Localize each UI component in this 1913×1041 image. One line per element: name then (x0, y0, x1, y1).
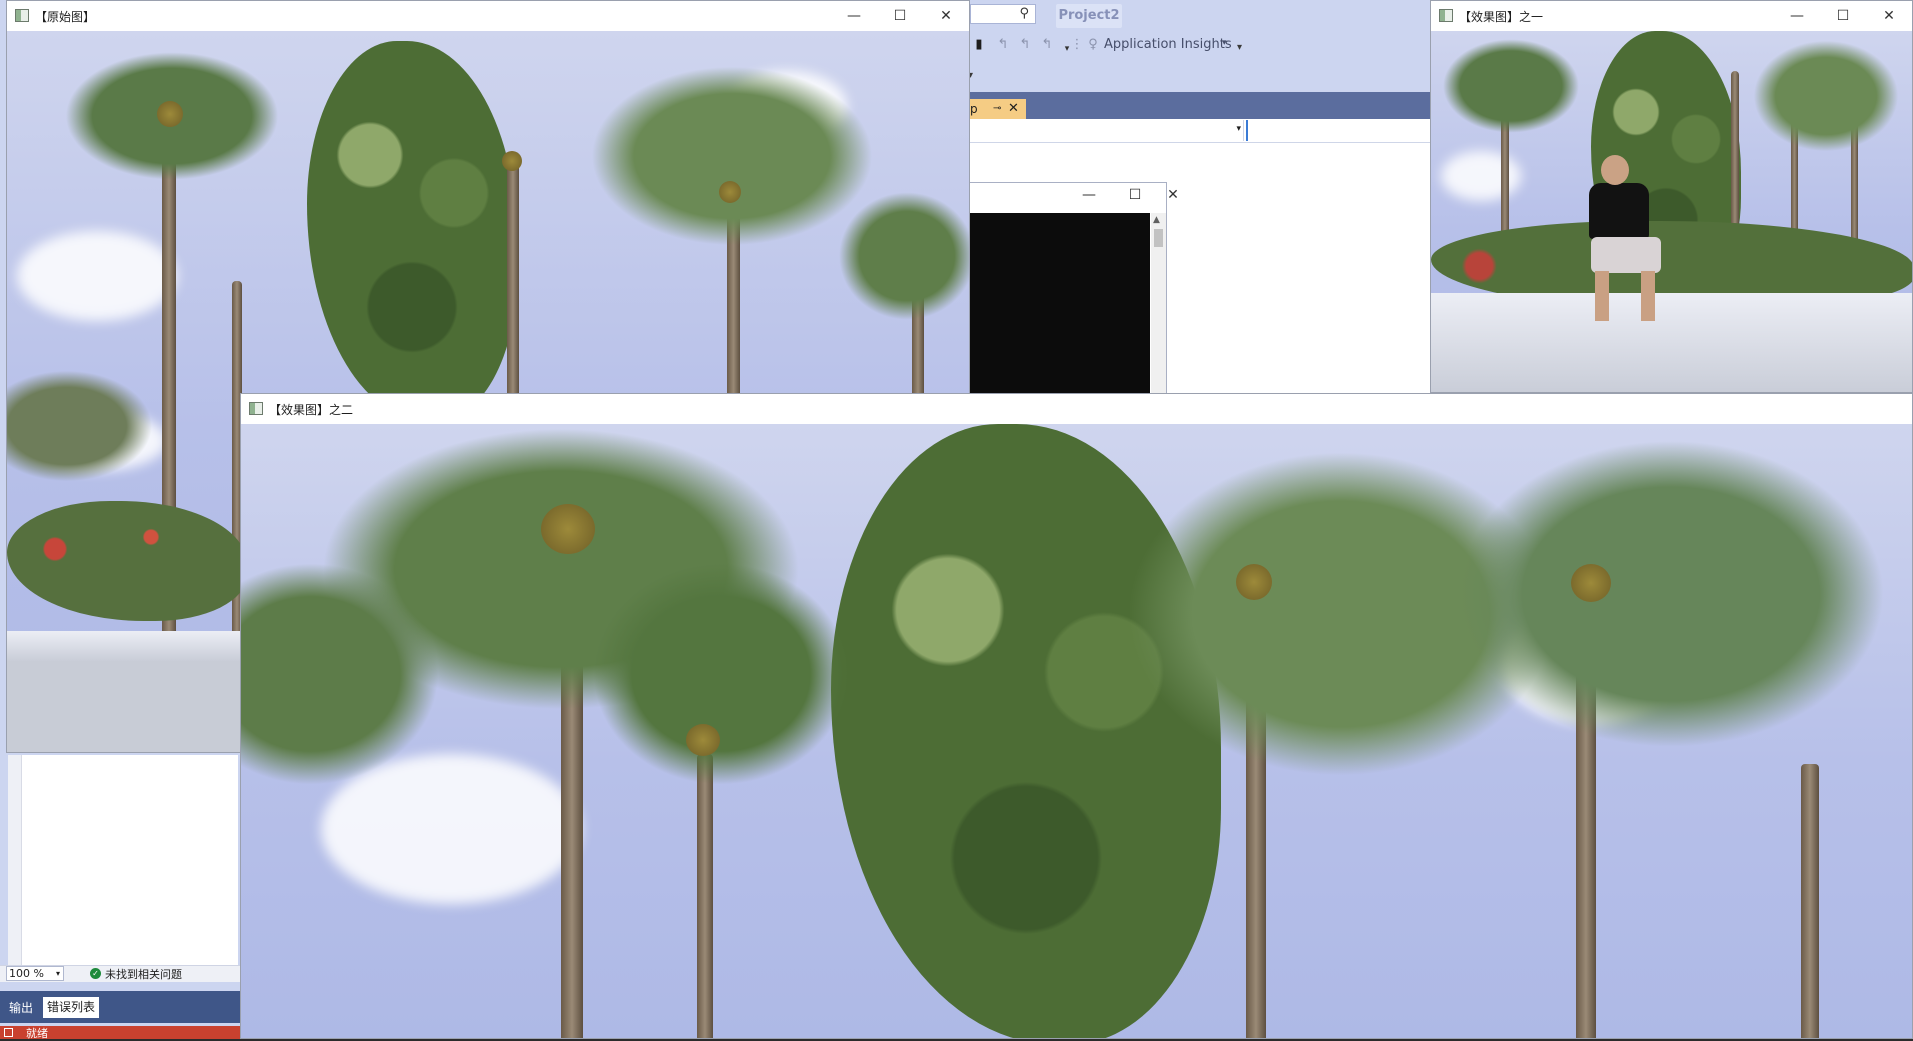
close-button[interactable]: ✕ (923, 1, 969, 31)
effect-image-window-1[interactable]: 【效果图】之一 — ☐ ✕ (1430, 0, 1913, 393)
window-title: 【原始图】 (35, 10, 96, 24)
zoom-level-dropdown[interactable]: 100 % ▾ (6, 966, 64, 981)
title-bar[interactable]: 【效果图】之二 (241, 394, 1912, 424)
next-bookmark-icon[interactable]: ↰ (1018, 38, 1032, 52)
navigation-bar: ▾ (970, 119, 1430, 143)
vertical-scrollbar[interactable]: ▲ (1151, 213, 1166, 403)
console-window[interactable]: — ☐ ✕ ▲ (956, 180, 1179, 403)
editor-tab[interactable]: p ⊸ ✕ (970, 99, 1026, 119)
window-app-icon (249, 402, 263, 415)
prev-bookmark-icon[interactable]: ↰ (996, 38, 1010, 52)
issues-status-text: 未找到相关问题 (105, 968, 182, 981)
window-title: 【效果图】之二 (269, 403, 354, 417)
member-dropdown[interactable] (1246, 120, 1431, 141)
minimize-button[interactable]: — (1066, 180, 1112, 210)
title-bar[interactable]: 【效果图】之一 — ☐ ✕ (1431, 1, 1912, 31)
toolbar-overflow-icon[interactable]: ▾ (1237, 42, 1242, 53)
clear-bookmark-icon[interactable]: ↰ (1040, 38, 1054, 52)
zoom-level-value: 100 % (9, 967, 44, 980)
project-name-badge[interactable]: Project2 (1056, 4, 1122, 28)
pin-icon[interactable]: ⊸ (993, 99, 1001, 119)
editor-tab-label: p (970, 102, 978, 116)
maximize-button[interactable]: ☐ (1112, 180, 1158, 210)
minimize-button[interactable]: — (831, 1, 877, 31)
effect-image-2 (241, 424, 1912, 1038)
close-button[interactable]: ✕ (1158, 180, 1188, 210)
document-tab-strip (970, 92, 1430, 119)
console-output[interactable] (957, 213, 1150, 403)
effect-image-1 (1431, 31, 1912, 392)
window-app-icon (1439, 9, 1453, 22)
scope-dropdown[interactable]: ▾ (970, 120, 1244, 141)
tool-panel-tabs (0, 991, 240, 1023)
window-app-icon (15, 9, 29, 22)
title-bar[interactable]: 【原始图】 — ☐ ✕ (7, 1, 969, 31)
application-insights-label[interactable]: Application Insights (1104, 37, 1232, 52)
chevron-down-icon: ▾ (55, 969, 60, 978)
maximize-button[interactable]: ☐ (877, 1, 923, 31)
effect-image-window-2[interactable]: 【效果图】之二 (240, 393, 1913, 1039)
maximize-button[interactable]: ☐ (1820, 1, 1866, 31)
search-icon[interactable]: ⚲ (1019, 6, 1029, 21)
window-title: 【效果图】之一 (1459, 10, 1544, 24)
chevron-down-icon: ▾ (1236, 124, 1241, 134)
application-insights-icon[interactable]: ♀ (1086, 38, 1100, 52)
scroll-thumb[interactable] (1154, 229, 1163, 247)
vs-search-box[interactable]: ⚲ (970, 4, 1036, 24)
close-button[interactable]: ✕ (1866, 1, 1912, 31)
toolbar-grip-icon: ⋮ (1070, 37, 1084, 52)
scroll-up-icon[interactable]: ▲ (1153, 215, 1160, 225)
tab-error-list[interactable]: 错误列表 (43, 997, 99, 1018)
console-caption-buttons: — ☐ ✕ (1036, 180, 1179, 211)
editor-left-area[interactable] (8, 755, 238, 967)
bookmark-icon[interactable]: ▮ (972, 38, 986, 52)
check-circle-icon: ✓ (90, 968, 101, 979)
editor-margin (8, 755, 22, 967)
chevron-down-icon[interactable]: ▾ (1222, 38, 1227, 48)
status-window-icon (4, 1028, 13, 1037)
close-icon[interactable]: ✕ (1008, 99, 1019, 119)
tab-output[interactable]: 输出 (9, 998, 33, 1018)
minimize-button[interactable]: — (1774, 1, 1820, 31)
